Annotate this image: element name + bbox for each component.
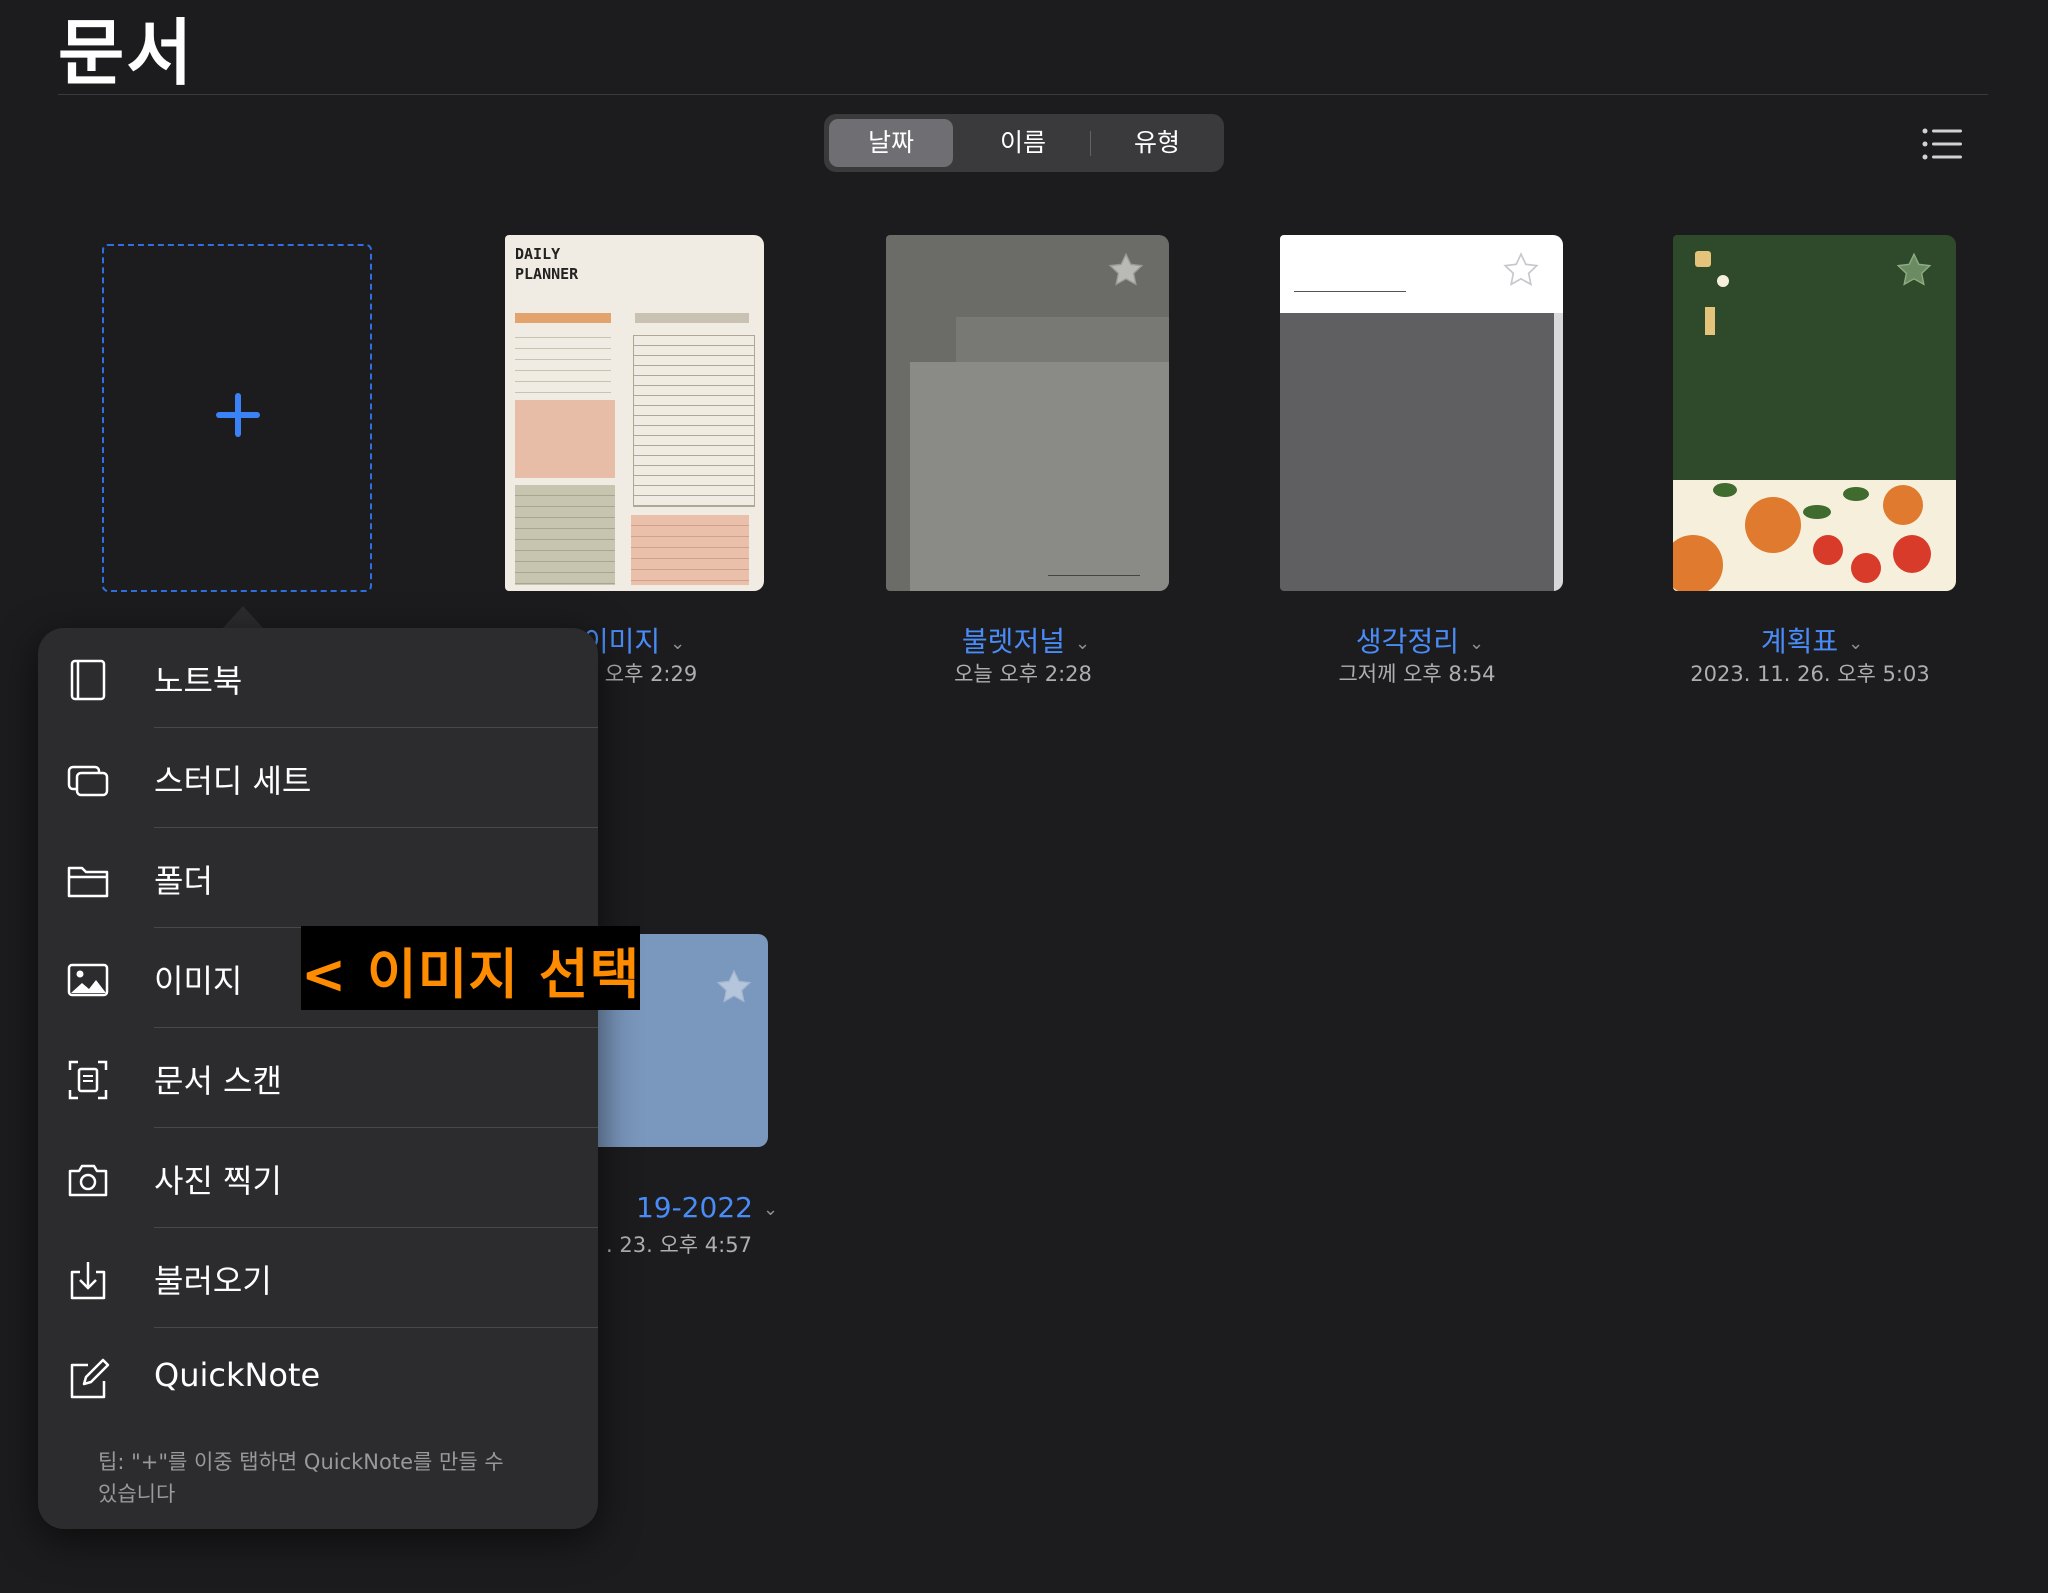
cover-decoration — [910, 362, 1169, 591]
chevron-down-icon: ⌄ — [670, 632, 686, 654]
cover-title-line1: DAILY — [515, 245, 561, 263]
star-icon[interactable] — [1894, 250, 1934, 290]
cover-decoration — [1048, 575, 1140, 576]
study-set-icon — [66, 758, 110, 798]
menu-item-label: 사진 찍기 — [154, 1162, 282, 1200]
cover-decoration — [1813, 535, 1843, 565]
cover-decoration — [1883, 485, 1923, 525]
menu-item-label: 이미지 — [154, 962, 243, 1000]
document-title[interactable]: 계획표 ⌄ — [1612, 620, 2012, 660]
document-cover[interactable]: DAILY PLANNER — [505, 235, 764, 591]
document-title[interactable]: 불렛저널 ⌄ — [826, 620, 1226, 660]
image-icon — [66, 958, 110, 998]
document-date: 2023. 11. 26. 오후 5:03 — [1690, 662, 1930, 686]
document-date: 그저께 오후 8:54 — [1338, 662, 1496, 686]
camera-icon — [66, 1158, 110, 1198]
popover-arrow — [221, 606, 265, 630]
menu-item-scan[interactable]: 문서 스캔 — [38, 1028, 598, 1128]
cover-decoration — [515, 313, 611, 323]
cover-decoration — [1893, 535, 1931, 573]
cover-decoration — [1695, 251, 1711, 267]
page-title: 문서 — [58, 11, 195, 95]
scan-icon — [66, 1058, 110, 1100]
title-divider — [58, 94, 1988, 95]
document-date: 오늘 오후 2:28 — [954, 662, 1092, 686]
menu-tip: 팁: "+"를 이중 탭하면 QuickNote를 만들 수 있습니다 — [98, 1450, 504, 1506]
folder-icon — [66, 858, 110, 898]
menu-item-label: 노트북 — [154, 662, 243, 700]
cover-decoration — [1554, 313, 1563, 591]
cover-decoration — [515, 485, 615, 585]
notebook-icon — [66, 658, 110, 701]
chevron-down-icon: ⌄ — [1468, 632, 1485, 654]
menu-item-import[interactable]: 불러오기 — [38, 1228, 598, 1328]
cover-decoration — [633, 335, 755, 507]
menu-item-label: 스터디 세트 — [154, 762, 312, 800]
annotation-label: < 이미지 선택 — [301, 926, 640, 1010]
cover-decoration — [631, 515, 749, 585]
plus-icon — [214, 391, 262, 439]
menu-item-notebook[interactable]: 노트북 — [38, 628, 598, 728]
sort-date-tab[interactable]: 날짜 — [829, 119, 953, 167]
new-document-button[interactable] — [102, 244, 372, 592]
menu-item-label: QuickNote — [154, 1356, 321, 1394]
cover-decoration — [1745, 497, 1801, 553]
sort-name-tab[interactable]: 이름 — [961, 119, 1085, 167]
chevron-down-icon: ⌄ — [762, 1198, 779, 1220]
cover-decoration — [1803, 505, 1831, 519]
cover-decoration — [635, 313, 749, 323]
sort-segmented-control: 날짜 이름 유형 — [824, 114, 1224, 172]
segment-divider — [1090, 131, 1091, 156]
cover-decoration — [1294, 291, 1406, 292]
annotation-text: < 이미지 선택 — [301, 943, 641, 1006]
import-icon — [66, 1258, 110, 1300]
menu-item-folder[interactable]: 폴더 — [38, 828, 598, 928]
cover-decoration — [1843, 487, 1869, 501]
menu-item-label: 문서 스캔 — [154, 1062, 282, 1100]
menu-item-quicknote[interactable]: QuickNote — [38, 1328, 598, 1428]
cover-decoration — [1851, 553, 1881, 583]
chevron-down-icon: ⌄ — [1848, 632, 1864, 654]
quicknote-icon — [66, 1358, 110, 1399]
document-title[interactable]: 생각정리 ⌄ — [1220, 620, 1620, 660]
cover-decoration — [1705, 307, 1715, 335]
cover-decoration — [1713, 483, 1737, 497]
cover-decoration — [1717, 275, 1729, 287]
sort-type-tab[interactable]: 유형 — [1095, 119, 1219, 167]
menu-item-study-set[interactable]: 스터디 세트 — [38, 728, 598, 828]
star-icon[interactable] — [714, 967, 754, 1007]
list-icon[interactable] — [1922, 127, 1962, 161]
star-icon[interactable] — [1106, 250, 1146, 290]
chevron-down-icon: ⌄ — [1074, 632, 1091, 654]
menu-item-label: 폴더 — [154, 862, 213, 900]
star-icon[interactable] — [1501, 250, 1541, 290]
menu-item-camera[interactable]: 사진 찍기 — [38, 1128, 598, 1228]
cover-title-line2: PLANNER — [515, 265, 579, 283]
cover-decoration — [515, 400, 615, 478]
add-menu-popover: 노트북 스터디 세트 폴더 이미지 문서 스캔 사진 찍기 불러오기 Quick… — [38, 628, 598, 1529]
menu-item-label: 불러오기 — [154, 1262, 272, 1300]
